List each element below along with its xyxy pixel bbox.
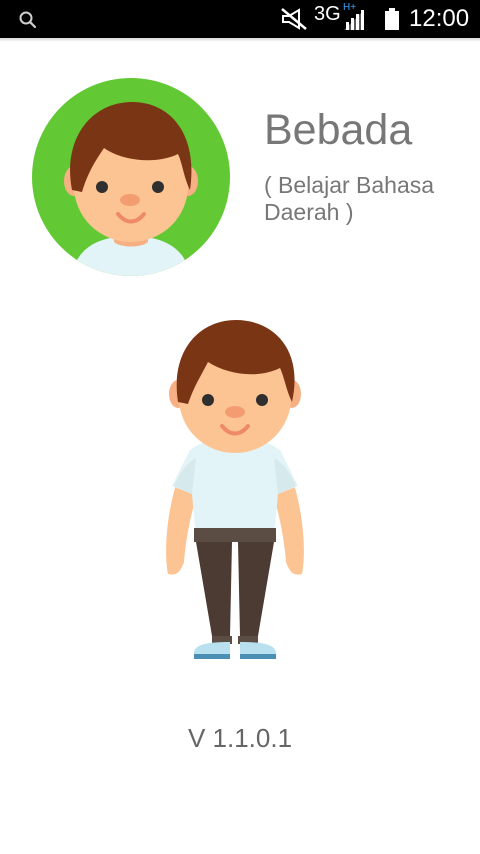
- status-bar-shadow: [0, 38, 480, 42]
- battery-icon: [385, 8, 399, 30]
- signal-icon: [344, 10, 364, 30]
- app-title: Bebada: [264, 106, 413, 154]
- version-label: V 1.1.0.1: [187, 723, 293, 753]
- status-bar: 3G H+ 12:00: [0, 0, 480, 38]
- character-illustration: [166, 320, 304, 659]
- network-type-label: 3G: [314, 3, 341, 25]
- avatar-icon: [32, 78, 230, 276]
- search-icon[interactable]: [18, 10, 38, 30]
- app-subtitle: ( Belajar Bahasa Daerah ): [264, 172, 435, 225]
- status-clock: 12:00: [409, 5, 470, 32]
- mute-icon: [281, 8, 307, 30]
